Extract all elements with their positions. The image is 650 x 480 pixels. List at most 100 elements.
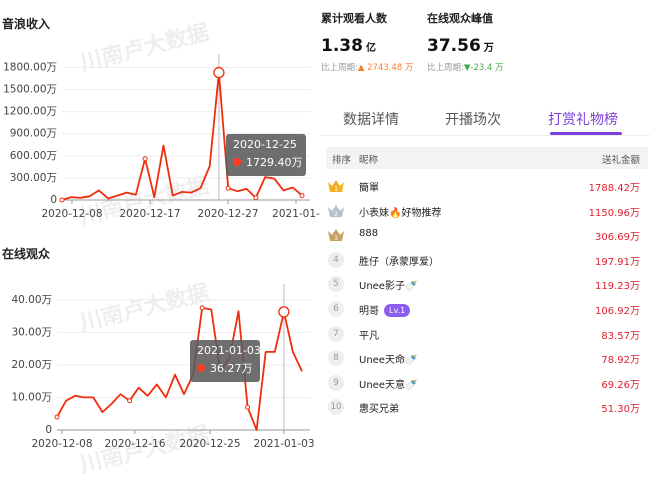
highlight-point — [278, 306, 290, 318]
tab-live-sessions[interactable]: 开播场次 — [445, 109, 501, 129]
x-tick-label: 2021-01- — [272, 208, 320, 220]
stat-unit: 亿 — [365, 43, 376, 54]
silver-crown-icon: 2 — [328, 204, 344, 218]
row-gift-amount: 69.26万 — [601, 379, 640, 391]
rank-number: 7 — [328, 325, 344, 342]
row-gift-amount: 106.92万 — [595, 306, 640, 317]
y-tick-label: 600.00万 — [10, 150, 57, 162]
row-nickname: 明哥 Lv.1 — [359, 302, 411, 317]
table-row[interactable]: 10 惠买兄弟 51.30万 — [326, 397, 648, 421]
data-point — [127, 398, 133, 404]
row-gift-amount: 306.69万 — [595, 232, 640, 244]
table-row[interactable]: 2 小表妹🔥好物推荐 1150.96万 — [326, 201, 648, 225]
header-amount: 送礼金额 — [601, 155, 640, 166]
row-gift-amount: 83.57万 — [601, 330, 640, 342]
y-tick-label: 40.00万 — [11, 294, 52, 306]
stat-value: 1.38 — [321, 36, 363, 56]
arrow-up-icon: ▲ — [357, 63, 365, 73]
y-tick-label: 900.00万 — [10, 128, 57, 140]
data-point — [199, 305, 205, 311]
data-point — [59, 197, 65, 203]
row-nickname: Unee天命🍼 — [359, 355, 418, 367]
row-nickname: 平凡 — [359, 330, 379, 342]
table-row[interactable]: 4 胜仔（承蒙厚爱） 197.91万 — [326, 250, 648, 274]
stat-label: 在线观众峰值 — [427, 12, 493, 25]
ranking-table-header: 排序 昵称 送礼金额 — [326, 147, 648, 169]
y-tick-label: 10.00万 — [11, 391, 52, 403]
row-gift-amount: 51.30万 — [601, 404, 640, 416]
header-name: 昵称 — [359, 155, 379, 166]
row-gift-amount: 1788.42万 — [588, 183, 640, 194]
data-point — [54, 414, 60, 420]
x-tick-label: 2020-12-08 — [31, 438, 92, 450]
y-tick-label: 30.00万 — [11, 326, 52, 338]
level-badge: Lv.1 — [384, 304, 411, 317]
viewers-chart-title: 在线观众 — [2, 247, 51, 261]
bronze-crown-icon: 3 — [328, 229, 344, 242]
tooltip-series-dot — [233, 158, 241, 166]
tab-gift-ranking[interactable]: 打赏礼物榜 — [548, 109, 618, 129]
stat-compare-value: 2743.48 万 — [367, 63, 414, 73]
table-row[interactable]: 6 明哥 Lv.1 106.92万 — [326, 299, 648, 323]
stat-unit: 万 — [483, 43, 494, 54]
table-row[interactable]: 5 Unee影子🍼 119.23万 — [326, 274, 648, 298]
x-tick-label: 2020-12-25 — [179, 438, 240, 450]
y-tick-label: 0 — [50, 194, 57, 206]
row-gift-amount: 197.91万 — [595, 256, 640, 268]
row-gift-amount: 78.92万 — [601, 355, 640, 367]
tooltip-date: 2020-12-25 — [233, 138, 297, 151]
row-gift-amount: 119.23万 — [595, 281, 640, 293]
stat-compare-label: 比上周期: — [321, 63, 358, 73]
stat-compare-label: 比上周期: — [427, 63, 464, 73]
rank-number: 10 — [328, 399, 344, 416]
rank-number: 4 — [328, 251, 344, 268]
data-point — [245, 404, 251, 410]
row-nickname: 胜仔（承蒙厚爱） — [359, 256, 439, 268]
x-tick-label: 2021-01-03 — [253, 438, 314, 450]
row-nickname: 小表妹🔥好物推荐 — [359, 207, 442, 219]
y-tick-label: 1200.00万 — [3, 106, 57, 118]
row-gift-amount: 1150.96万 — [588, 207, 640, 219]
x-tick-label: 2020-12-17 — [119, 208, 180, 220]
rank-number: 1 — [334, 186, 338, 193]
x-tick-label: 2020-12-08 — [41, 208, 102, 220]
y-tick-label: 1500.00万 — [3, 83, 57, 95]
table-row[interactable]: 9 Unee天意🍼 69.26万 — [326, 373, 648, 397]
rank-number: 8 — [328, 350, 344, 367]
tab-data-details[interactable]: 数据详情 — [343, 109, 399, 129]
series-line — [56, 307, 303, 431]
stat-peak-viewers: 在线观众峰值 37.56 万 比上周期:▼-23.4 万 — [427, 10, 537, 73]
income-chart-title: 音浪收入 — [2, 17, 51, 31]
rank-number: 9 — [328, 374, 344, 391]
y-tick-label: 0 — [45, 424, 52, 436]
tooltip-date: 2021-01-03 — [197, 344, 261, 357]
stat-value: 37.56 — [427, 36, 481, 56]
data-point — [225, 185, 231, 191]
x-tick-label: 2020-12-16 — [104, 438, 165, 450]
table-row[interactable]: 8 Unee天命🍼 78.92万 — [326, 348, 648, 372]
header-rank: 排序 — [332, 155, 352, 166]
data-point — [299, 193, 305, 199]
income-tooltip: 2020-12-25 1729.40万 — [226, 134, 306, 176]
active-tab-indicator — [550, 132, 622, 135]
rank-number: 5 — [328, 276, 344, 293]
highlight-point — [213, 66, 225, 79]
table-row[interactable]: 1 簡單 1788.42万 — [326, 176, 648, 200]
tooltip-value: 36.27万 — [210, 362, 253, 375]
rank-number: 2 — [334, 211, 338, 218]
viewers-tooltip: 2021-01-03 36.27万 — [190, 340, 261, 382]
row-nickname: Unee天意🍼 — [359, 379, 418, 391]
y-tick-label: 20.00万 — [11, 359, 52, 371]
y-tick-label: 300.00万 — [10, 172, 57, 184]
stat-compare-value: -23.4 万 — [470, 63, 504, 73]
tooltip-series-dot — [197, 364, 205, 372]
row-nickname: 簡單 — [359, 183, 379, 194]
row-nickname: 888 — [359, 228, 379, 240]
table-row[interactable]: 3 888 306.69万 — [326, 225, 648, 249]
tab-bar: 数据详情 开播场次 打赏礼物榜 — [320, 103, 650, 136]
viewers-line-chart[interactable]: 0 10.00万 20.00万 30.00万 40.00万 2020-12-08 2020-… — [0, 270, 320, 462]
row-nickname: Unee影子🍼 — [359, 281, 418, 293]
tooltip-value: 1729.40万 — [246, 156, 303, 169]
stat-total-viewers: 累计观看人数 1.38 亿 比上周期:▲ 2743.48 万 — [321, 10, 426, 73]
table-row[interactable]: 7 平凡 83.57万 — [326, 324, 648, 348]
